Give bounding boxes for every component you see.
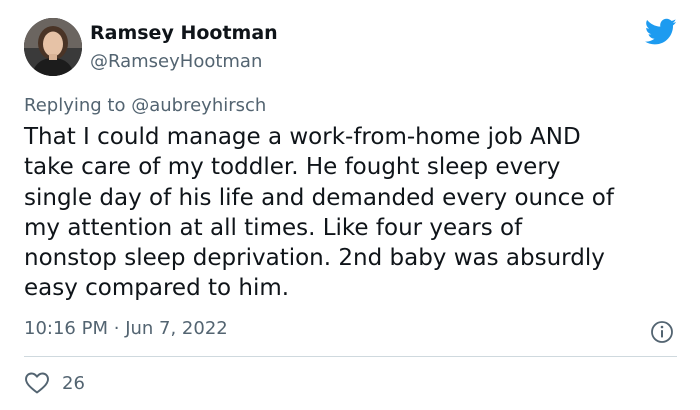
profile-photo xyxy=(24,18,82,76)
tweet-text-line: my attention at all times. Like four yea… xyxy=(24,214,523,241)
tweet-text-line: nonstop sleep deprivation. 2nd baby was … xyxy=(24,245,605,272)
replying-to-prefix: Replying to xyxy=(24,95,126,116)
meta-separator: · xyxy=(113,318,120,339)
tweet-date: Jun 7, 2022 xyxy=(125,318,228,339)
tweet-text-line: That I could manage a work-from-home job… xyxy=(24,124,581,150)
author-name[interactable]: Ramsey Hootman xyxy=(90,22,278,44)
tweet-text-line: easy compared to him. xyxy=(24,275,290,302)
heart-icon xyxy=(25,372,49,394)
tweet-time: 10:16 PM xyxy=(24,318,108,339)
author-handle[interactable]: @RamseyHootman xyxy=(90,51,262,72)
tweet-timestamp[interactable]: 10:16 PM · Jun 7, 2022 xyxy=(24,318,228,339)
replying-to: Replying to @aubreyhirsch xyxy=(24,95,266,116)
like-button[interactable]: 26 xyxy=(24,370,85,396)
tweet-text-line: take care of my toddler. He fought sleep… xyxy=(24,154,561,181)
like-count: 26 xyxy=(62,372,85,394)
info-icon[interactable] xyxy=(650,320,674,344)
tweet-text: That I could manage a work-from-home job… xyxy=(24,122,684,304)
twitter-bird-icon xyxy=(645,18,677,45)
divider xyxy=(24,356,677,357)
avatar[interactable] xyxy=(24,18,82,76)
reply-target-link[interactable]: @aubreyhirsch xyxy=(131,95,266,116)
tweet-card: Ramsey Hootman @RamseyHootman Replying t… xyxy=(0,0,700,410)
tweet-text-line: single day of his life and demanded ever… xyxy=(24,184,614,211)
